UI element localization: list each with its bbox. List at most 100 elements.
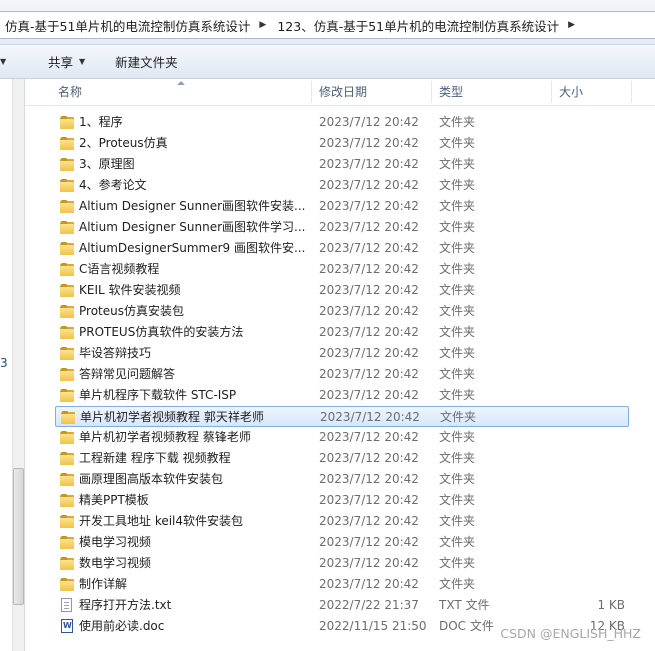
column-divider[interactable]	[631, 81, 632, 103]
file-size	[539, 364, 625, 385]
folder-row[interactable]: 工程新建 程序下载 视频教程 2023/7/12 20:42 文件夹	[55, 448, 629, 469]
file-type: 文件夹	[439, 577, 476, 591]
file-name: PROTEUS仿真软件的安装方法	[79, 325, 244, 339]
file-name: 4、参考论文	[79, 178, 147, 192]
folder-row[interactable]: 4、参考论文 2023/7/12 20:42 文件夹	[55, 175, 629, 196]
folder-row[interactable]: 模电学习视频 2023/7/12 20:42 文件夹	[55, 532, 629, 553]
column-type[interactable]: 类型	[439, 79, 463, 105]
folder-row[interactable]: 3、原理图 2023/7/12 20:42 文件夹	[55, 154, 629, 175]
breadcrumb-arrow-icon[interactable]: ▶	[253, 20, 272, 30]
breadcrumb-arrow-icon[interactable]: ▶	[562, 20, 581, 30]
share-button[interactable]: 共享 ▼	[44, 51, 89, 73]
breadcrumb-item[interactable]: 123、仿真-基于51单片机的电流控制仿真系统设计	[272, 16, 562, 35]
file-size	[539, 301, 625, 322]
folder-row[interactable]: 精美PPT模板 2023/7/12 20:42 文件夹	[55, 490, 629, 511]
file-name: 程序打开方法.txt	[79, 598, 172, 612]
file-name: KEIL 软件安装视频	[79, 283, 181, 297]
folder-row[interactable]: AltiumDesignerSummer9 画图软件安... 2023/7/12 …	[55, 238, 629, 259]
file-name: 工程新建 程序下载 视频教程	[79, 451, 231, 465]
breadcrumb[interactable]: 仿真-基于51单片机的电流控制仿真系统设计 ▶ 123、仿真-基于51单片机的电…	[0, 11, 655, 39]
file-size	[539, 427, 625, 448]
column-header: 名称 修改日期 类型 大小	[25, 79, 655, 106]
file-type: 文件夹	[439, 430, 476, 444]
folder-icon	[58, 511, 74, 532]
organize-dropdown-arrow[interactable]: ▼	[0, 51, 14, 73]
file-list[interactable]: 名称 修改日期 类型 大小 1、程序 2023/7/12 20:42 文件夹 2、Pr…	[25, 79, 655, 651]
column-date[interactable]: 修改日期	[319, 79, 367, 105]
folder-icon	[58, 469, 74, 490]
breadcrumb-item[interactable]: 仿真-基于51单片机的电流控制仿真系统设计	[0, 16, 253, 35]
file-type: 文件夹	[439, 325, 476, 339]
file-size	[539, 259, 625, 280]
folder-icon	[58, 196, 74, 217]
folder-row[interactable]: PROTEUS仿真软件的安装方法 2023/7/12 20:42 文件夹	[55, 322, 629, 343]
folder-row[interactable]: 画原理图高版本软件安装包 2023/7/12 20:42 文件夹	[55, 469, 629, 490]
new-folder-button[interactable]: 新建文件夹	[111, 51, 182, 73]
file-size	[539, 469, 625, 490]
folder-icon	[58, 238, 74, 259]
file-row[interactable]: 程序打开方法.txt 2022/7/22 21:37 TXT 文件 1 KB	[55, 595, 629, 616]
file-date: 2022/11/15 21:50	[319, 619, 427, 633]
column-size[interactable]: 大小	[559, 79, 583, 105]
file-date: 2023/7/12 20:42	[319, 430, 419, 444]
file-date: 2023/7/12 20:42	[319, 283, 419, 297]
file-name: 单片机初学者视频教程 蔡锋老师	[79, 430, 251, 444]
folder-icon	[58, 364, 74, 385]
file-date: 2023/7/12 20:42	[319, 136, 419, 150]
file-date: 2023/7/12 20:42	[319, 367, 419, 381]
file-date: 2023/7/12 20:42	[319, 304, 419, 318]
file-size	[539, 154, 625, 175]
folder-icon	[58, 133, 74, 154]
column-divider[interactable]	[431, 81, 432, 103]
folder-row[interactable]: 开发工具地址 keil4软件安装包 2023/7/12 20:42 文件夹	[55, 511, 629, 532]
file-type: 文件夹	[439, 136, 476, 150]
column-divider[interactable]	[311, 81, 312, 103]
share-label: 共享	[48, 55, 74, 70]
file-size	[539, 553, 625, 574]
file-name: Altium Designer Sunner画图软件安装...	[79, 199, 306, 213]
file-type: 文件夹	[439, 451, 476, 465]
folder-row[interactable]: 制作详解 2023/7/12 20:42 文件夹	[55, 574, 629, 595]
file-date: 2022/7/22 21:37	[319, 598, 419, 612]
file-type: TXT 文件	[439, 598, 490, 612]
folder-icon	[58, 259, 74, 280]
folder-icon	[58, 280, 74, 301]
file-name: 3、原理图	[79, 157, 135, 171]
folder-row[interactable]: 1、程序 2023/7/12 20:42 文件夹	[55, 112, 629, 133]
column-name[interactable]: 名称	[58, 79, 82, 105]
folder-icon	[58, 385, 74, 406]
file-date: 2023/7/12 20:42	[319, 388, 419, 402]
folder-row[interactable]: 答辩常见问题解答 2023/7/12 20:42 文件夹	[55, 364, 629, 385]
folder-row[interactable]: C语言视频教程 2023/7/12 20:42 文件夹	[55, 259, 629, 280]
file-name: 数电学习视频	[79, 556, 152, 570]
folder-row[interactable]: 单片机初学者视频教程 郭天祥老师 2023/7/12 20:42 文件夹	[55, 406, 629, 427]
address-bar: 仿真-基于51单片机的电流控制仿真系统设计 ▶ 123、仿真-基于51单片机的电…	[0, 0, 655, 45]
navigation-item-fragment[interactable]: 3	[0, 356, 8, 370]
folder-row[interactable]: 2、Proteus仿真 2023/7/12 20:42 文件夹	[55, 133, 629, 154]
folder-row[interactable]: 数电学习视频 2023/7/12 20:42 文件夹	[55, 553, 629, 574]
file-size	[539, 448, 625, 469]
folder-row[interactable]: 毕设答辩技巧 2023/7/12 20:42 文件夹	[55, 343, 629, 364]
file-type: 文件夹	[439, 556, 476, 570]
folder-row[interactable]: 单片机初学者视频教程 蔡锋老师 2023/7/12 20:42 文件夹	[55, 427, 629, 448]
folder-row[interactable]: 单片机程序下载软件 STC-ISP 2023/7/12 20:42 文件夹	[55, 385, 629, 406]
file-size	[539, 196, 625, 217]
file-date: 2023/7/12 20:42	[319, 451, 419, 465]
navigation-scrollbar-thumb[interactable]	[13, 468, 24, 605]
watermark: CSDN @ENGLISH_HHZ	[500, 626, 641, 641]
file-date: 2023/7/12 20:42	[319, 262, 419, 276]
file-type: 文件夹	[439, 514, 476, 528]
file-date: 2023/7/12 20:42	[319, 241, 419, 255]
column-divider[interactable]	[551, 81, 552, 103]
folder-row[interactable]: Proteus仿真安装包 2023/7/12 20:42 文件夹	[55, 301, 629, 322]
sort-ascending-icon	[177, 81, 185, 85]
word-document-icon: W	[58, 616, 74, 637]
folder-row[interactable]: Altium Designer Sunner画图软件安装... 2023/7/12…	[55, 196, 629, 217]
folder-icon	[58, 532, 74, 553]
folder-row[interactable]: Altium Designer Sunner画图软件学习... 2023/7/12…	[55, 217, 629, 238]
new-folder-label: 新建文件夹	[115, 55, 178, 70]
file-type: 文件夹	[439, 304, 476, 318]
file-type: 文件夹	[439, 220, 476, 234]
file-size	[540, 407, 626, 428]
folder-row[interactable]: KEIL 软件安装视频 2023/7/12 20:42 文件夹	[55, 280, 629, 301]
